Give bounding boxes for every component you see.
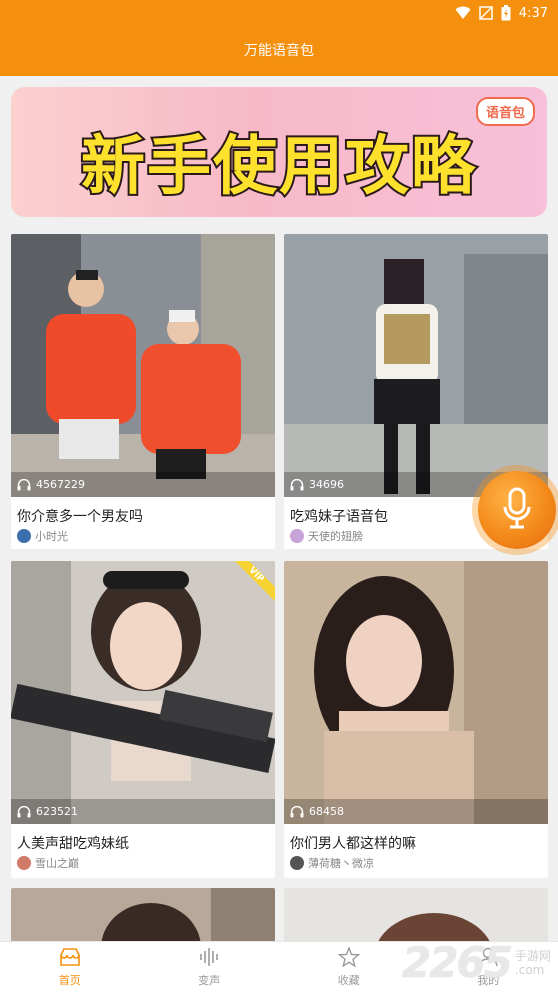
headphones-icon [17,478,31,491]
card-title: 吃鸡妹子语音包 [290,509,388,525]
banner-title: 新手使用攻略 [79,128,477,206]
watermark-text: 手游网 .com [515,949,551,977]
author-name: 天使的翅膀 [308,530,363,543]
author-avatar [290,529,304,543]
tab-label: 首页 [58,974,81,987]
card-author: 薄荷糖丶微凉 [290,855,374,871]
vip-badge: VIP [229,561,275,607]
soundwave-icon [198,947,220,970]
card-author: 天使的翅膀 [290,528,363,544]
card-title: 你介意多一个男友吗 [17,509,143,525]
clock: 4:37 [518,5,548,21]
watermark-site: 手游网 [514,948,551,963]
tab-favorites[interactable]: 收藏 [279,942,419,993]
watermark-domain: .com [514,962,545,977]
tab-home[interactable]: 首页 [0,942,140,993]
headphones-icon [290,478,304,491]
card-thumbnail [11,888,275,948]
wifi-icon [455,6,471,20]
author-name: 薄荷糖丶微凉 [308,857,374,870]
tab-voice-change[interactable]: 变声 [140,942,280,993]
banner-tag: 语音包 [475,97,535,126]
card-title: 你们男人都这样的嘛 [290,836,416,852]
voice-pack-card[interactable] [11,888,275,948]
play-count-value: 34696 [309,478,344,491]
watermark-number: 2265 [402,938,513,987]
headphones-icon [290,805,304,818]
tab-label: 变声 [198,974,221,987]
author-name: 雪山之巅 [35,857,79,870]
play-count: 68458 [284,799,548,824]
battery-icon [501,5,511,21]
headphones-icon [17,805,31,818]
card-thumbnail: 34696 [284,234,548,497]
status-bar: 4:37 [455,4,548,22]
play-count: 623521 [11,799,275,824]
record-voice-button[interactable] [478,471,556,549]
card-thumbnail: 68458 [284,561,548,824]
microphone-icon [502,487,532,533]
card-author: 雪山之巅 [17,855,79,871]
site-watermark: 2265 手游网 .com [402,938,551,987]
play-count: 4567229 [11,472,275,497]
star-icon [337,946,361,970]
home-icon [59,947,81,970]
card-author: 小时光 [17,528,68,544]
card-thumbnail: VIP 623521 [11,561,275,824]
play-count-value: 4567229 [36,478,85,491]
signal-off-icon [479,6,493,20]
author-avatar [17,529,31,543]
voice-pack-card[interactable]: 68458 你们男人都这样的嘛 薄荷糖丶微凉 [284,561,548,878]
page-title: 万能语音包 [244,43,314,59]
play-count-value: 623521 [36,805,78,818]
author-avatar [290,856,304,870]
author-avatar [17,856,31,870]
tab-label: 收藏 [337,974,360,987]
card-title: 人美声甜吃鸡妹纸 [17,836,129,852]
guide-banner[interactable]: 新手使用攻略 语音包 [11,87,547,217]
voice-pack-card[interactable]: 4567229 你介意多一个男友吗 小时光 [11,234,275,549]
card-thumbnail: 4567229 [11,234,275,497]
voice-pack-card[interactable]: VIP 623521 人美声甜吃鸡妹纸 雪山之巅 [11,561,275,878]
play-count-value: 68458 [309,805,344,818]
author-name: 小时光 [35,530,68,543]
app-header: 4:37 万能语音包 [0,0,558,76]
